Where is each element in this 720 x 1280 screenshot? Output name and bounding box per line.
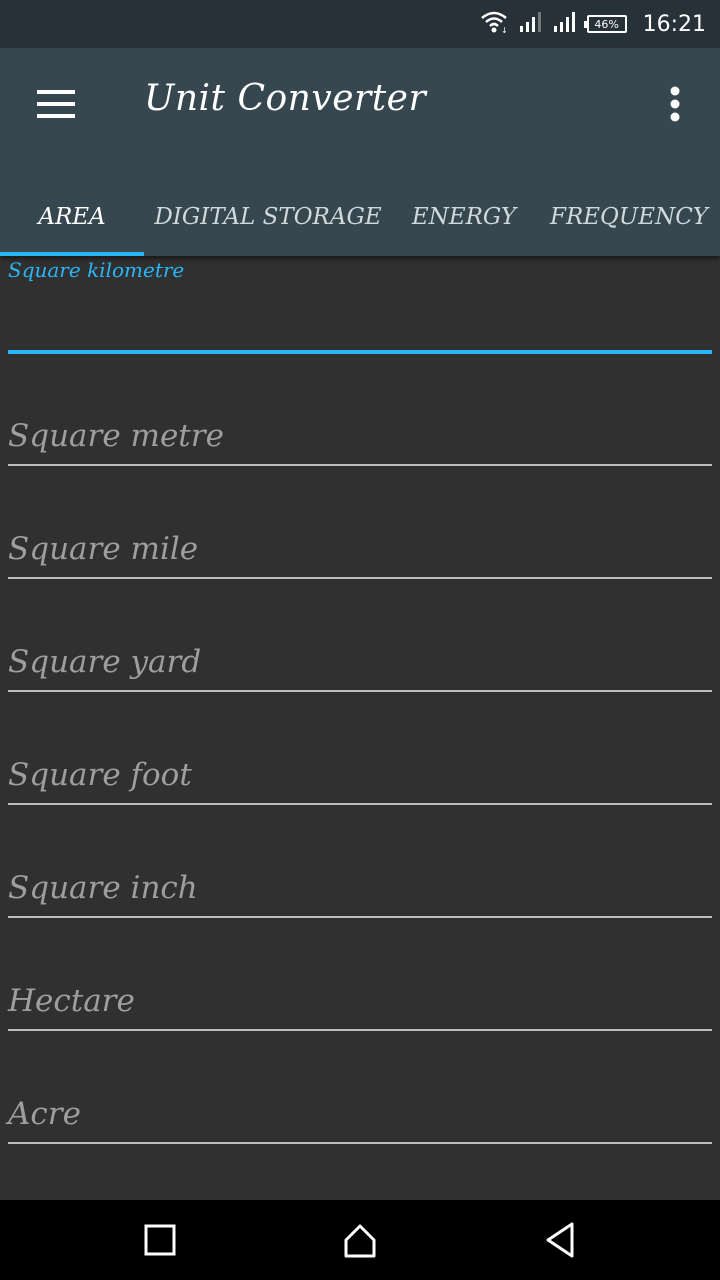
acre-field[interactable]: Acre xyxy=(8,1064,712,1144)
input-underline xyxy=(8,1142,712,1144)
hectare-field[interactable]: Hectare xyxy=(8,951,712,1031)
svg-text:↓: ↓ xyxy=(501,26,508,34)
input-underline xyxy=(8,1029,712,1031)
field-hint: Square inch xyxy=(8,870,198,906)
input-underline xyxy=(8,690,712,692)
tab-digital-storage[interactable]: DIGITAL STORAGE xyxy=(152,178,384,256)
navigation-bar xyxy=(0,1200,720,1280)
field-hint: Square foot xyxy=(8,757,192,793)
tab-area[interactable]: AREA xyxy=(0,178,144,256)
recents-icon[interactable] xyxy=(136,1216,184,1264)
input-underline xyxy=(8,577,712,579)
status-icons: ↓ 46% 16:21 xyxy=(479,0,706,48)
square-foot-field[interactable]: Square foot xyxy=(8,725,712,805)
home-icon[interactable] xyxy=(336,1216,384,1264)
field-hint: Square mile xyxy=(8,531,199,567)
tab-energy[interactable]: ENERGY xyxy=(400,178,528,256)
tab-frequency[interactable]: FREQUENCY xyxy=(544,178,714,256)
app-title: Unit Converter xyxy=(144,78,427,119)
status-bar: ↓ 46% 16:21 xyxy=(0,0,720,48)
app-bar: Unit Converter AREA DIGITAL STORAGE ENER… xyxy=(0,48,720,256)
back-icon[interactable] xyxy=(536,1216,584,1264)
input-underline-focused xyxy=(8,350,712,354)
input-underline xyxy=(8,464,712,466)
input-underline xyxy=(8,803,712,805)
more-vert-icon[interactable] xyxy=(660,82,690,126)
converter-form: Square kilometre Square metre Square mil… xyxy=(0,256,720,1200)
hamburger-menu-icon[interactable] xyxy=(34,82,78,126)
battery-percent: 46% xyxy=(594,17,619,31)
battery-icon: 46% xyxy=(583,15,627,33)
field-hint: Acre xyxy=(8,1096,81,1132)
wifi-icon: ↓ xyxy=(479,10,509,38)
status-time: 16:21 xyxy=(642,11,706,37)
input-underline xyxy=(8,916,712,918)
square-mile-field[interactable]: Square mile xyxy=(8,499,712,579)
signal-icon xyxy=(553,11,577,37)
tab-bar: AREA DIGITAL STORAGE ENERGY FREQUENCY xyxy=(0,178,720,256)
field-hint: Hectare xyxy=(8,983,135,1019)
square-yard-field[interactable]: Square yard xyxy=(8,612,712,692)
square-inch-field[interactable]: Square inch xyxy=(8,838,712,918)
square-kilometre-label: Square kilometre xyxy=(8,258,185,282)
tab-indicator xyxy=(0,252,144,256)
square-metre-field[interactable]: Square metre xyxy=(8,386,712,466)
signal-icon xyxy=(519,11,543,37)
field-hint: Square yard xyxy=(8,644,202,680)
field-hint: Square metre xyxy=(8,418,224,454)
